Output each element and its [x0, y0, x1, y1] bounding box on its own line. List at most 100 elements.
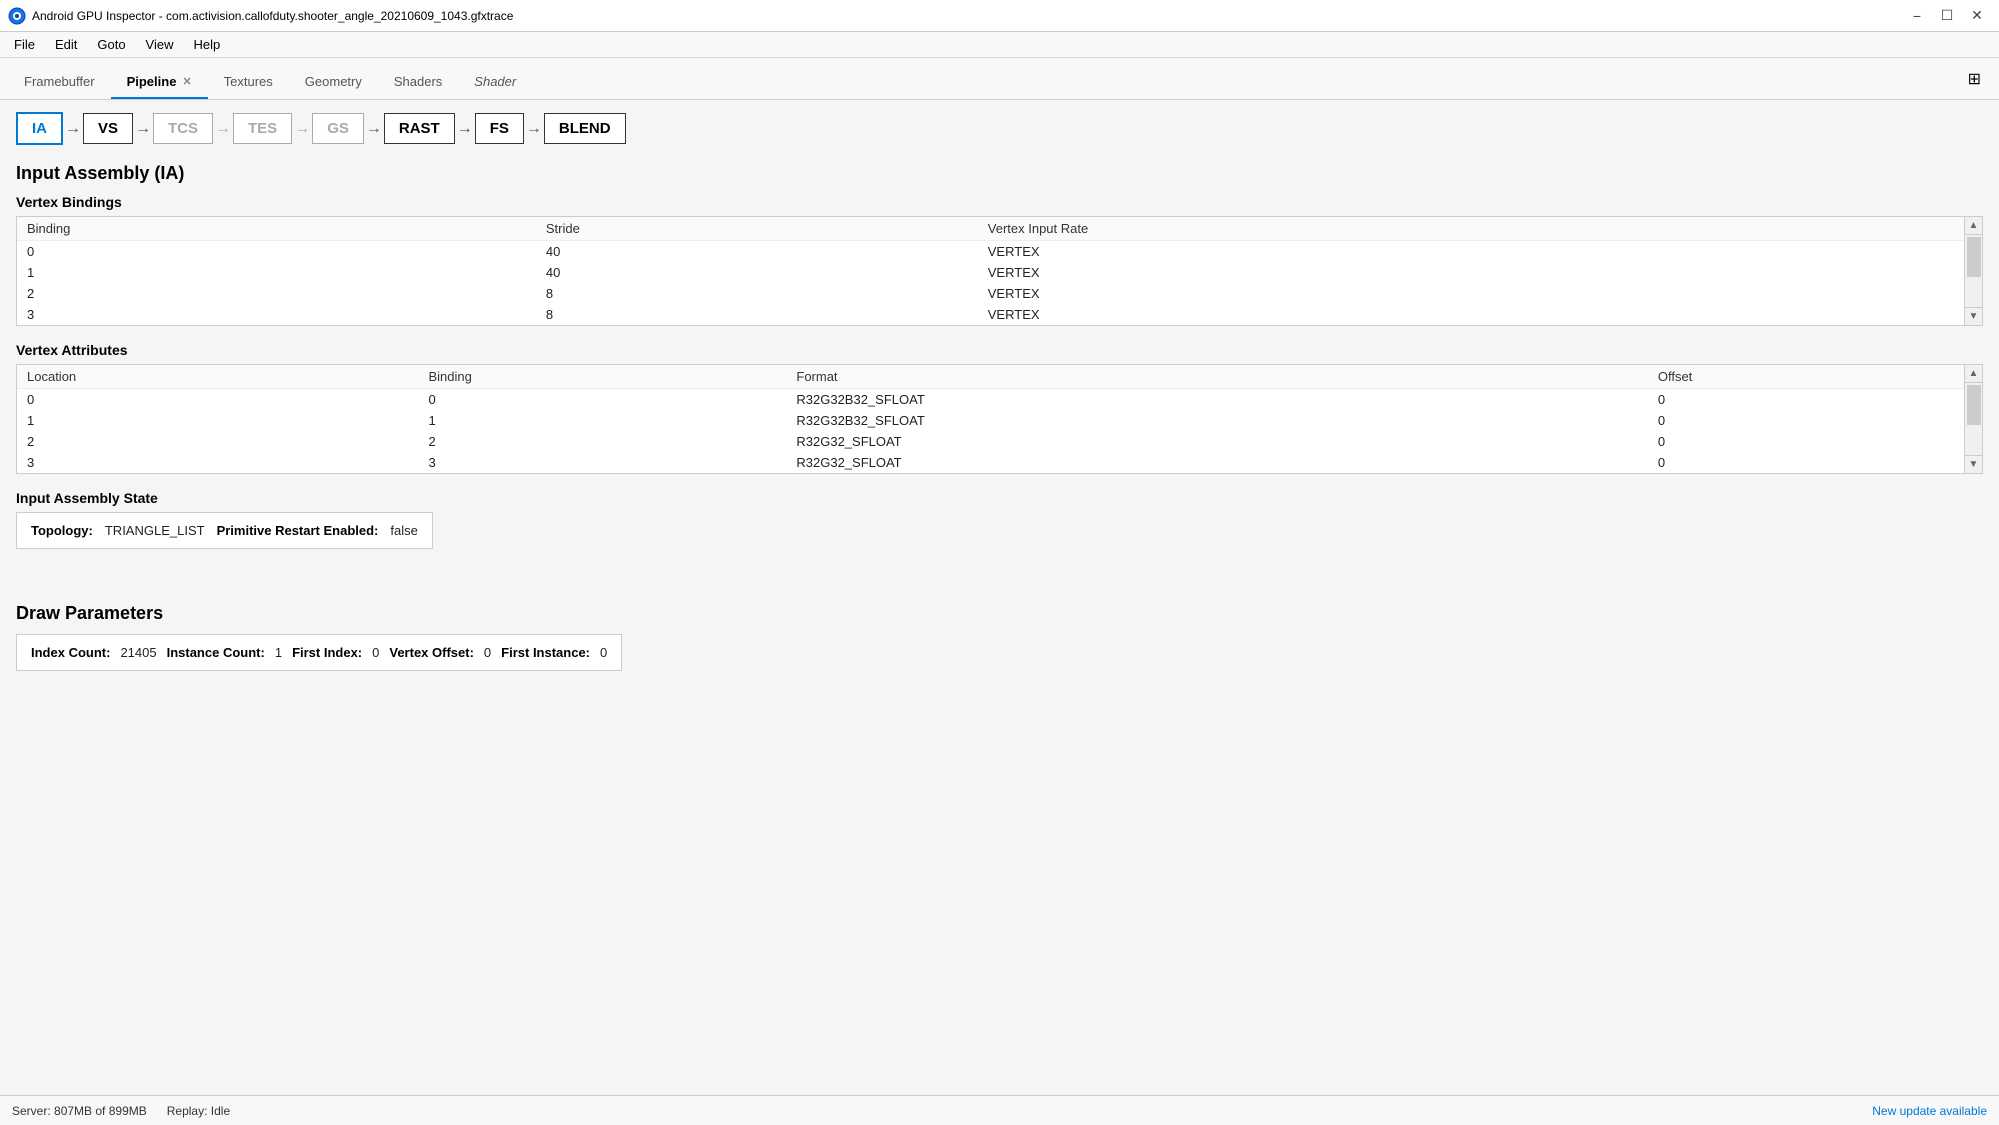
vertex-bindings-title: Vertex Bindings — [16, 194, 1983, 210]
tab-geometry-label: Geometry — [305, 74, 362, 89]
pipeline-stage-vs[interactable]: VS — [83, 113, 133, 144]
menu-goto[interactable]: Goto — [87, 35, 135, 54]
table-row: 0 0 R32G32B32_SFLOAT 0 — [17, 389, 1964, 411]
arrow-vs-tcs: → — [133, 120, 153, 138]
vb-stride: 40 — [536, 262, 978, 283]
maximize-button[interactable]: ☐ — [1933, 4, 1961, 28]
va-binding: 0 — [418, 389, 786, 411]
vertex-attributes-table-container: Location Binding Format Offset 0 0 R32G3… — [16, 364, 1983, 474]
va-binding: 2 — [418, 431, 786, 452]
replay-state: Idle — [211, 1104, 230, 1118]
tab-framebuffer-label: Framebuffer — [24, 74, 95, 89]
title-bar-left: Android GPU Inspector - com.activision.c… — [8, 7, 513, 25]
arrow-fs-blend: → — [524, 120, 544, 138]
index-count-label: Index Count: — [31, 645, 110, 660]
tab-framebuffer[interactable]: Framebuffer — [8, 66, 111, 99]
pipeline-stage-tes[interactable]: TES — [233, 113, 292, 144]
index-count-value: 21405 — [120, 645, 156, 660]
va-format: R32G32_SFLOAT — [786, 431, 1647, 452]
pipeline-stage-rast[interactable]: RAST — [384, 113, 455, 144]
vb-stride: 8 — [536, 283, 978, 304]
server-label: Server: — [12, 1104, 51, 1118]
vb-binding: 0 — [17, 241, 536, 263]
vertex-bindings-header: Binding Stride Vertex Input Rate — [17, 217, 1964, 241]
tab-textures[interactable]: Textures — [208, 66, 289, 99]
va-offset: 0 — [1648, 431, 1964, 452]
arrow-tcs-tes: → — [213, 120, 233, 138]
primitive-restart-label: Primitive Restart Enabled: — [217, 523, 379, 538]
va-scrollbar-thumb — [1967, 385, 1981, 425]
va-col-offset: Offset — [1648, 365, 1964, 389]
pipeline-stage-tcs[interactable]: TCS — [153, 113, 213, 144]
va-col-format: Format — [786, 365, 1647, 389]
vb-stride: 40 — [536, 241, 978, 263]
tab-pipeline-close[interactable]: ✕ — [182, 75, 191, 88]
vb-col-rate: Vertex Input Rate — [978, 217, 1964, 241]
pipeline-stage-ia[interactable]: IA — [16, 112, 63, 145]
va-location: 3 — [17, 452, 418, 473]
tab-shader-label: Shader — [474, 74, 516, 89]
replay-label: Replay: — [167, 1104, 208, 1118]
vertex-attributes-table: Location Binding Format Offset 0 0 R32G3… — [17, 365, 1964, 473]
va-scroll-down[interactable]: ▼ — [1964, 455, 1982, 473]
first-instance-value: 0 — [600, 645, 607, 660]
vb-scrollbar[interactable] — [1964, 235, 1982, 307]
pipeline-stage-fs[interactable]: FS — [475, 113, 524, 144]
pipeline-stage-gs[interactable]: GS — [312, 113, 364, 144]
tab-bar: Framebuffer Pipeline ✕ Textures Geometry… — [0, 58, 1999, 100]
va-location: 1 — [17, 410, 418, 431]
first-instance-label: First Instance: — [501, 645, 590, 660]
vb-col-stride: Stride — [536, 217, 978, 241]
primitive-restart-value: false — [390, 523, 417, 538]
va-format: R32G32B32_SFLOAT — [786, 389, 1647, 411]
topology-value: TRIANGLE_LIST — [105, 523, 205, 538]
table-row: 3 8 VERTEX — [17, 304, 1964, 325]
menu-file[interactable]: File — [4, 35, 45, 54]
menu-edit[interactable]: Edit — [45, 35, 87, 54]
menu-bar: File Edit Goto View Help — [0, 32, 1999, 58]
table-row: 2 8 VERTEX — [17, 283, 1964, 304]
status-bar: Server: 807MB of 899MB Replay: Idle New … — [0, 1095, 1999, 1125]
vertex-bindings-table: Binding Stride Vertex Input Rate 0 40 VE… — [17, 217, 1964, 325]
vb-scrollbar-thumb — [1967, 237, 1981, 277]
va-scroll-up[interactable]: ▲ — [1964, 365, 1982, 383]
tab-shader[interactable]: Shader — [458, 66, 532, 99]
main-content: IA → VS → TCS → TES → GS → RAST → FS → B… — [0, 100, 1999, 1095]
vb-binding: 3 — [17, 304, 536, 325]
instance-count-value: 1 — [275, 645, 282, 660]
vb-binding: 2 — [17, 283, 536, 304]
tab-pipeline[interactable]: Pipeline ✕ — [111, 66, 208, 99]
tab-shaders[interactable]: Shaders — [378, 66, 458, 99]
first-index-label: First Index: — [292, 645, 362, 660]
vb-rate: VERTEX — [978, 304, 1964, 325]
close-button[interactable]: ✕ — [1963, 4, 1991, 28]
arrow-ia-vs: → — [63, 120, 83, 138]
tab-textures-label: Textures — [224, 74, 273, 89]
tab-geometry[interactable]: Geometry — [289, 66, 378, 99]
va-binding: 3 — [418, 452, 786, 473]
menu-view[interactable]: View — [136, 35, 184, 54]
vb-scroll-down[interactable]: ▼ — [1964, 307, 1982, 325]
title-bar: Android GPU Inspector - com.activision.c… — [0, 0, 1999, 32]
va-location: 0 — [17, 389, 418, 411]
va-col-location: Location — [17, 365, 418, 389]
va-header: Location Binding Format Offset — [17, 365, 1964, 389]
arrow-gs-rast: → — [364, 120, 384, 138]
vb-binding: 1 — [17, 262, 536, 283]
server-memory: 807MB of 899MB — [54, 1104, 147, 1118]
vb-rate: VERTEX — [978, 283, 1964, 304]
server-status: Server: 807MB of 899MB — [12, 1104, 147, 1118]
expand-icon[interactable]: ⊞ — [1958, 63, 1991, 95]
update-link[interactable]: New update available — [1872, 1104, 1987, 1118]
vertex-offset-label: Vertex Offset: — [389, 645, 474, 660]
window-title: Android GPU Inspector - com.activision.c… — [32, 9, 513, 23]
replay-status: Replay: Idle — [167, 1104, 230, 1118]
menu-help[interactable]: Help — [184, 35, 231, 54]
minimize-button[interactable]: − — [1903, 4, 1931, 28]
va-scrollbar[interactable] — [1964, 383, 1982, 455]
table-row: 1 1 R32G32B32_SFLOAT 0 — [17, 410, 1964, 431]
pipeline-stage-blend[interactable]: BLEND — [544, 113, 626, 144]
table-row: 1 40 VERTEX — [17, 262, 1964, 283]
vb-scroll-up[interactable]: ▲ — [1964, 217, 1982, 235]
vb-rate: VERTEX — [978, 262, 1964, 283]
